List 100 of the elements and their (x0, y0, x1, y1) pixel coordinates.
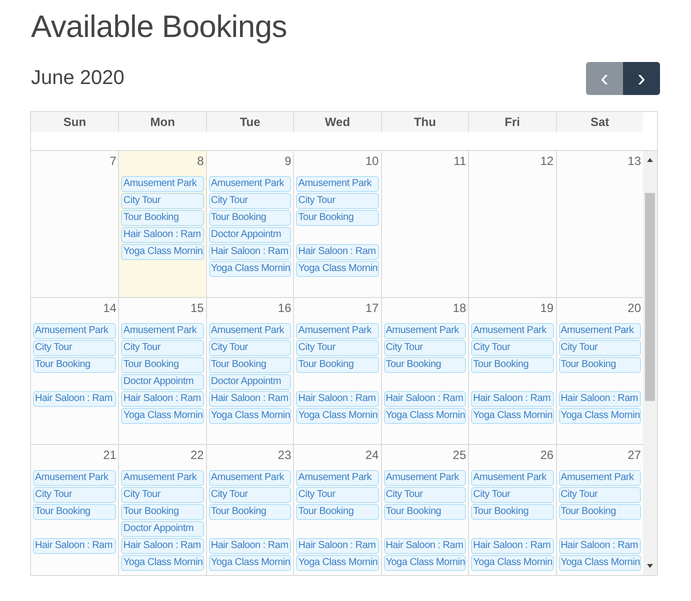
scrollbar[interactable] (643, 151, 657, 575)
event-chip[interactable]: Tour Booking (558, 357, 641, 373)
event-chip[interactable]: Tour Booking (296, 210, 379, 226)
event-chip[interactable]: Doctor Appointm (208, 374, 292, 390)
event-chip[interactable]: Tour Booking (296, 504, 379, 520)
event-chip[interactable]: Hair Saloon : Ram (471, 538, 554, 554)
event-chip[interactable]: Hair Saloon : Ram (121, 391, 204, 407)
event-chip[interactable]: City Tour (121, 193, 204, 209)
event-chip[interactable]: Amusement Park (296, 323, 379, 339)
event-chip[interactable]: Tour Booking (208, 504, 292, 520)
day-number: 11 (454, 153, 468, 169)
event-chip[interactable]: City Tour (208, 487, 292, 503)
event-chip[interactable]: City Tour (384, 487, 466, 503)
event-chip[interactable]: City Tour (296, 487, 379, 503)
event-chip[interactable]: Amusement Park (208, 176, 292, 192)
event-chip[interactable]: Hair Saloon : Ram (558, 391, 641, 407)
event-chip[interactable]: Tour Booking (121, 504, 204, 520)
event-chip[interactable]: Tour Booking (471, 504, 554, 520)
event-chip[interactable]: Tour Booking (121, 210, 204, 226)
event-chip[interactable]: Yoga Class Mornin (121, 244, 204, 260)
event-chip[interactable]: Yoga Class Mornin (558, 408, 641, 424)
event-chip[interactable]: City Tour (33, 340, 116, 356)
event-chip[interactable]: Hair Saloon : Ram (208, 244, 292, 260)
event-chip[interactable]: Yoga Class Mornin (121, 555, 204, 571)
event-chip[interactable]: Amusement Park (471, 470, 554, 486)
event-chip[interactable]: City Tour (296, 193, 379, 209)
weekday-header: Thu (380, 112, 468, 132)
event-chip[interactable]: Hair Saloon : Ram (558, 538, 641, 554)
event-chip[interactable]: Hair Saloon : Ram (296, 244, 379, 260)
event-chip[interactable]: Yoga Class Mornin (471, 555, 554, 571)
event-chip[interactable]: Yoga Class Mornin (208, 408, 292, 424)
event-chip[interactable]: Yoga Class Mornin (558, 555, 641, 571)
event-chip[interactable]: Yoga Class Mornin (296, 261, 379, 277)
day-number: 7 (110, 153, 118, 169)
event-chip[interactable]: Tour Booking (33, 504, 116, 520)
event-chip[interactable]: City Tour (121, 340, 204, 356)
event-chip[interactable]: Yoga Class Mornin (296, 408, 379, 424)
event-chip[interactable]: Tour Booking (384, 357, 466, 373)
event-chip[interactable]: City Tour (208, 340, 292, 356)
event-chip[interactable]: Yoga Class Mornin (471, 408, 554, 424)
event-chip[interactable]: Doctor Appointm (121, 374, 204, 390)
event-chip[interactable]: Tour Booking (33, 357, 116, 373)
event-chip[interactable]: City Tour (471, 340, 554, 356)
day-number: 8 (197, 153, 205, 169)
event-chip[interactable]: Hair Saloon : Ram (384, 538, 466, 554)
event-chip[interactable]: Yoga Class Mornin (384, 555, 466, 571)
event-chip[interactable]: Hair Saloon : Ram (296, 391, 379, 407)
event-chip[interactable]: Tour Booking (558, 504, 641, 520)
event-chip[interactable]: Tour Booking (208, 210, 292, 226)
event-chip[interactable]: Amusement Park (121, 470, 204, 486)
event-chip[interactable]: Amusement Park (558, 470, 641, 486)
event-chip[interactable]: Yoga Class Mornin (208, 555, 292, 571)
event-chip[interactable]: Amusement Park (208, 470, 292, 486)
event-chip[interactable]: Amusement Park (471, 323, 554, 339)
event-chip[interactable]: City Tour (558, 487, 641, 503)
event-chip[interactable]: Hair Saloon : Ram (33, 391, 116, 407)
event-chip[interactable]: Amusement Park (33, 470, 116, 486)
event-chip[interactable]: City Tour (33, 487, 116, 503)
day-number: 10 (365, 153, 380, 169)
event-chip[interactable]: Hair Saloon : Ram (296, 538, 379, 554)
day-number: 21 (103, 447, 118, 463)
next-button[interactable]: › (623, 62, 660, 95)
event-chip[interactable]: Amusement Park (384, 470, 466, 486)
event-chip[interactable]: Hair Saloon : Ram (33, 538, 116, 554)
event-chip[interactable]: City Tour (208, 193, 292, 209)
event-chip[interactable]: Tour Booking (384, 504, 466, 520)
event-chip[interactable]: Yoga Class Mornin (384, 408, 466, 424)
event-chip[interactable]: Tour Booking (471, 357, 554, 373)
event-chip[interactable]: City Tour (558, 340, 641, 356)
event-chip[interactable]: Hair Saloon : Ram (471, 391, 554, 407)
event-chip[interactable]: Amusement Park (121, 323, 204, 339)
event-chip[interactable]: City Tour (471, 487, 554, 503)
event-chip[interactable]: Amusement Park (33, 323, 116, 339)
event-chip[interactable]: Tour Booking (208, 357, 292, 373)
event-chip[interactable]: Doctor Appointm (208, 227, 292, 243)
event-chip[interactable]: Tour Booking (296, 357, 379, 373)
event-chip[interactable]: Amusement Park (121, 176, 204, 192)
day-number: 27 (628, 447, 642, 463)
event-chip[interactable]: Hair Saloon : Ram (121, 538, 204, 554)
event-chip[interactable]: City Tour (384, 340, 466, 356)
event-chip[interactable]: Amusement Park (208, 323, 292, 339)
day-number: 22 (190, 447, 205, 463)
event-chip[interactable]: Hair Saloon : Ram (208, 538, 292, 554)
event-chip[interactable]: Doctor Appointm (121, 521, 204, 537)
event-chip[interactable]: Hair Saloon : Ram (121, 227, 204, 243)
event-chip[interactable]: Amusement Park (558, 323, 641, 339)
weekday-header: Sun (31, 112, 118, 132)
event-chip[interactable]: Yoga Class Mornin (296, 555, 379, 571)
event-chip[interactable]: Hair Saloon : Ram (384, 391, 466, 407)
event-chip[interactable]: City Tour (296, 340, 379, 356)
event-chip[interactable]: Amusement Park (296, 470, 379, 486)
event-chip[interactable]: Hair Saloon : Ram (208, 391, 292, 407)
event-chip[interactable]: City Tour (121, 487, 204, 503)
event-chip[interactable]: Yoga Class Mornin (208, 261, 292, 277)
day-number: 18 (452, 300, 468, 316)
event-chip[interactable]: Amusement Park (296, 176, 379, 192)
event-chip[interactable]: Amusement Park (384, 323, 466, 339)
event-chip[interactable]: Yoga Class Mornin (121, 408, 204, 424)
event-chip[interactable]: Tour Booking (121, 357, 204, 373)
weekday-header: Mon (118, 112, 206, 132)
